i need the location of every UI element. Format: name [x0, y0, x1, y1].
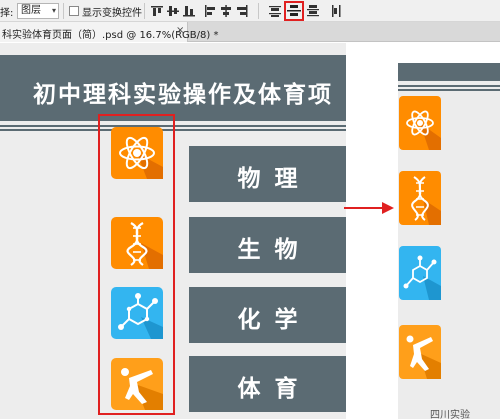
arrow-right-icon: [344, 200, 394, 216]
subject-label: 生物: [237, 237, 312, 263]
document-tab[interactable]: 科实验体育页面（简）.psd @ 16.7%(RGB/8) * ×: [0, 22, 218, 42]
divider: [398, 85, 500, 87]
subject-bar: 生物: [189, 217, 346, 273]
show-transform-label: 显示变换控件: [82, 8, 142, 19]
divider: [63, 3, 64, 19]
align-left-icon[interactable]: [203, 3, 217, 19]
highlighted-tool-frame: [284, 1, 304, 21]
subject-bar: 物理: [189, 146, 346, 202]
subject-label: 物理: [237, 166, 312, 192]
document-tab-bar: 科实验体育页面（简）.psd @ 16.7%(RGB/8) * ×: [0, 22, 500, 42]
align-bottom-icon[interactable]: [182, 3, 196, 19]
divider: [398, 89, 500, 91]
document-tab-title: 科实验体育页面（简）.psd @ 16.7%(RGB/8) *: [2, 30, 219, 41]
subject-bar: 体育: [189, 356, 346, 412]
divider: [258, 3, 259, 19]
atom-icon: [399, 96, 441, 150]
document-canvas[interactable]: 初中理科实验操作及体育项 物理 生物 化学 体育: [0, 43, 346, 419]
auto-select-value: 图层: [21, 5, 41, 16]
chevron-down-icon: ▾: [51, 6, 56, 15]
preview-banner: [398, 63, 500, 81]
subject-label: 化学: [237, 307, 312, 333]
molecule-icon: [399, 246, 441, 300]
align-top-icon[interactable]: [150, 3, 164, 19]
page-title: 初中理科实验操作及体育项: [33, 82, 333, 108]
subject-label: 体育: [237, 376, 312, 402]
dna-icon: [399, 171, 441, 225]
align-horizontal-center-icon[interactable]: [219, 3, 233, 19]
auto-select-dropdown[interactable]: 图层 ▾: [17, 3, 59, 19]
preview-caption: 四川实验: [430, 410, 470, 419]
title-banner: 初中理科实验操作及体育项: [0, 55, 346, 121]
divider: [144, 3, 145, 19]
close-icon[interactable]: ×: [176, 25, 184, 36]
show-transform-checkbox[interactable]: [69, 6, 79, 16]
distribute-bottom-icon[interactable]: [306, 3, 320, 19]
align-vertical-center-icon[interactable]: [166, 3, 180, 19]
auto-select-label: 择:: [0, 8, 14, 19]
selection-highlight-frame: [98, 114, 175, 415]
options-bar: 择: 图层 ▾ 显示变换控件: [0, 0, 500, 22]
distribute-top-icon[interactable]: [268, 3, 282, 19]
martial-arts-kick-icon: [399, 325, 441, 379]
distribute-left-icon[interactable]: [330, 3, 344, 19]
align-right-icon[interactable]: [235, 3, 249, 19]
result-preview: 四川实验: [398, 63, 500, 419]
subject-bar: 化学: [189, 287, 346, 343]
